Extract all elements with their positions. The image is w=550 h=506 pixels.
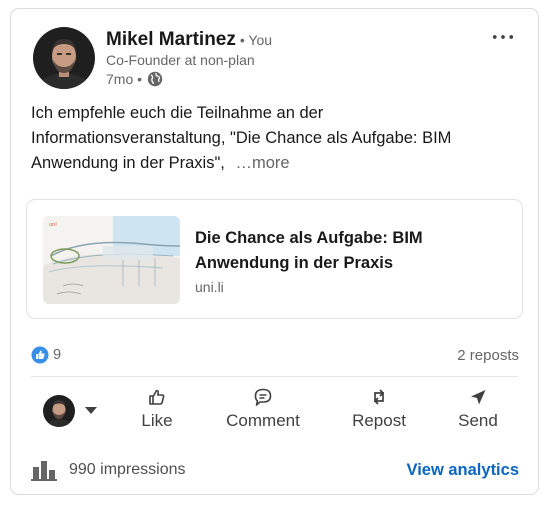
globe-icon <box>147 71 163 87</box>
send-icon <box>471 390 486 405</box>
divider <box>31 376 518 377</box>
author-name[interactable]: Mikel Martinez <box>106 29 236 50</box>
like-button[interactable]: Like <box>135 387 179 437</box>
link-title: Die Chance als Aufgabe: BIM Anwendung in… <box>195 229 423 272</box>
post-card: Mikel Martinez • You Co-Founder at non-pl… <box>10 8 539 495</box>
repost-icon <box>373 389 385 405</box>
ellipsis-icon <box>492 35 514 39</box>
comment-icon <box>254 388 272 406</box>
caret-down-icon <box>85 407 97 414</box>
see-more-link[interactable]: …more <box>235 154 289 172</box>
impressions: 990 impressions <box>31 459 186 481</box>
like-label: Like <box>141 411 173 430</box>
link-thumbnail: uni <box>43 216 180 304</box>
author-relation: • You <box>239 32 273 48</box>
post-time: 7mo • <box>106 71 143 87</box>
reactions-count[interactable]: 9 <box>31 346 61 364</box>
reposts-count[interactable]: 2 reposts <box>457 347 519 364</box>
send-button[interactable]: Send <box>453 387 503 437</box>
repost-button[interactable]: Repost <box>345 387 413 437</box>
send-label: Send <box>458 411 498 430</box>
svg-text:uni: uni <box>49 222 57 228</box>
view-analytics-link[interactable]: View analytics <box>406 461 519 480</box>
actor-switcher[interactable] <box>43 395 97 427</box>
author-avatar[interactable] <box>33 27 95 89</box>
reactions-number: 9 <box>53 347 62 363</box>
impressions-count: 990 impressions <box>69 461 186 478</box>
like-reaction-icon <box>31 346 49 364</box>
repost-label: Repost <box>352 411 406 430</box>
author-headline: Co-Founder at non-plan <box>106 52 255 68</box>
comment-button[interactable]: Comment <box>217 387 309 437</box>
more-options-button[interactable] <box>490 27 516 47</box>
bar-chart-icon <box>31 459 57 481</box>
actor-avatar <box>43 395 75 427</box>
post-meta: 7mo • <box>106 71 163 87</box>
link-preview[interactable]: uni Die Chance als Aufgabe: BIM Anwendun… <box>26 199 523 319</box>
post-body: Ich empfehle euch die Teilnahme an der I… <box>31 101 511 176</box>
author-name-row[interactable]: Mikel Martinez • You <box>106 29 272 51</box>
link-domain: uni.li <box>195 279 224 295</box>
like-icon <box>149 389 165 405</box>
comment-label: Comment <box>226 411 300 430</box>
